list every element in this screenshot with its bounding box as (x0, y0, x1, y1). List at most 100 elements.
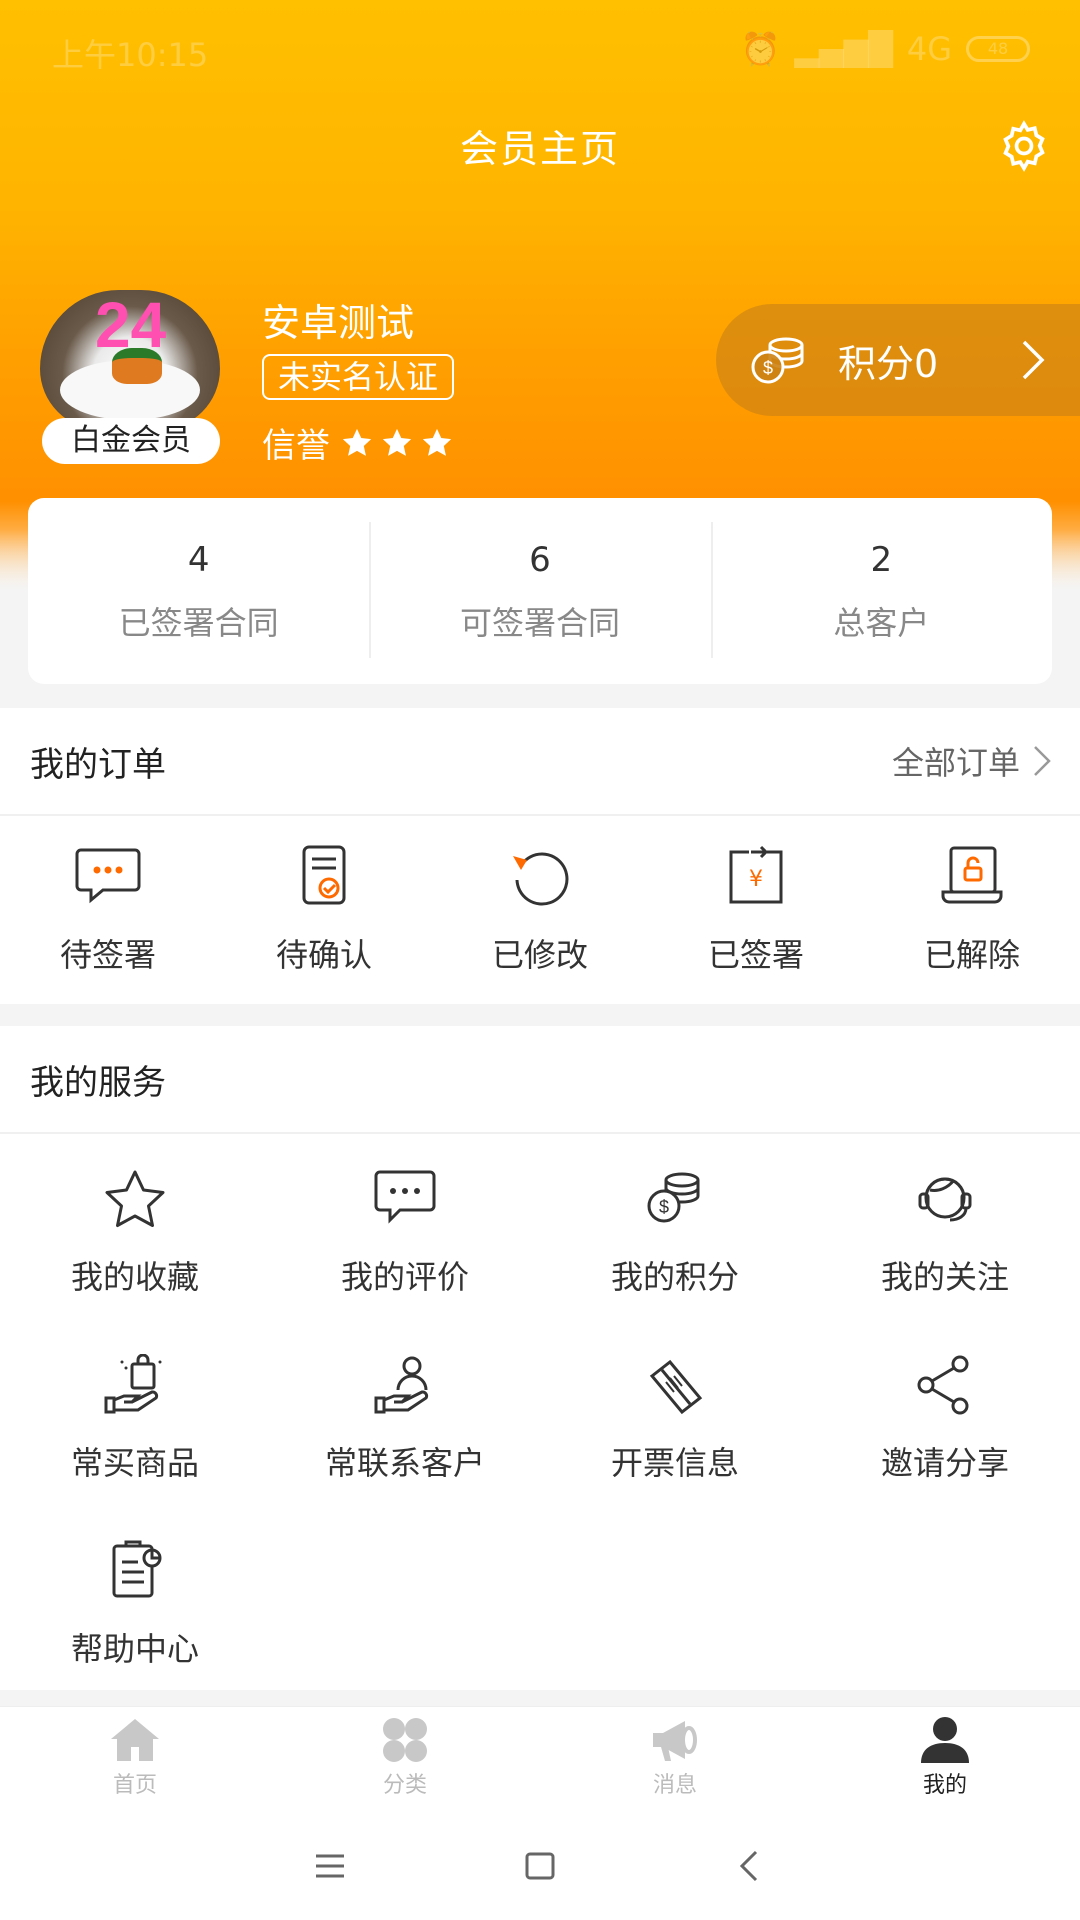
nav-label: 我的 (922, 1773, 967, 1798)
category-icon (383, 1718, 427, 1762)
service-label: 我的评价 (340, 1258, 469, 1296)
star-icon (105, 1170, 165, 1227)
services-grid: 我的收藏 我的评价 $ 我的积分 我的关注 常买商品 常联系客户 开票信息 邀请… (0, 1134, 1080, 1692)
member-level-badge: 白金会员 (42, 418, 220, 464)
credit-label: 信誉 (262, 426, 330, 466)
refresh-icon (513, 852, 569, 906)
points-label: 积分0 (838, 341, 939, 386)
services-header: 我的服务 (0, 1026, 1080, 1134)
gear-icon[interactable] (996, 118, 1052, 174)
signal-icon: ▂▄▆█ (794, 30, 893, 68)
orders-header: 我的订单 全部订单 (0, 708, 1080, 816)
stat-value: 2 (870, 540, 893, 580)
home-icon (111, 1719, 159, 1761)
order-label: 已解除 (923, 936, 1020, 974)
service-label: 帮助中心 (70, 1630, 199, 1668)
order-terminated[interactable]: 已解除 (864, 816, 1080, 1002)
services-title: 我的服务 (30, 1062, 166, 1103)
order-signed[interactable]: ¥ 已签署 (648, 816, 864, 1002)
orders-section: 我的订单 全部订单 待签署 待确认 已修改 ¥ 已签署 已解除 (0, 708, 1080, 1004)
orders-title: 我的订单 (30, 744, 166, 785)
order-label: 已修改 (491, 936, 588, 974)
headset-icon (918, 1177, 972, 1222)
username: 安卓测试 (262, 301, 415, 345)
stat-label: 总客户 (833, 604, 930, 642)
service-label: 我的积分 (610, 1258, 739, 1296)
status-bar: 上午10:15 ⏰ ▂▄▆█ 4G 48 (0, 0, 1080, 100)
stats-card: 4 已签署合同 6 可签署合同 2 总客户 (28, 498, 1052, 684)
service-frequent-contacts[interactable]: 常联系客户 (270, 1320, 540, 1506)
nav-label: 消息 (652, 1773, 697, 1798)
service-points[interactable]: $ 我的积分 (540, 1134, 810, 1320)
back-icon[interactable] (730, 1846, 770, 1886)
service-invoice-info[interactable]: 开票信息 (540, 1320, 810, 1506)
avatar-candle-number: 24 (95, 290, 167, 361)
stat-value: 4 (187, 540, 210, 580)
share-icon (917, 1355, 969, 1415)
megaphone-icon (653, 1721, 697, 1761)
svg-text:$: $ (659, 1197, 669, 1217)
comment-icon (374, 1170, 436, 1224)
stat-label: 已签署合同 (118, 604, 279, 642)
nav-label: 分类 (382, 1773, 427, 1798)
service-label: 我的收藏 (70, 1258, 199, 1296)
service-reviews[interactable]: 我的评价 (270, 1134, 540, 1320)
menu-icon[interactable] (310, 1846, 350, 1886)
credit-stars (340, 426, 454, 460)
service-label: 常联系客户 (324, 1444, 485, 1482)
service-label: 我的关注 (880, 1258, 1009, 1296)
status-icons: ⏰ ▂▄▆█ 4G 48 (741, 30, 1030, 68)
nav-mine[interactable]: 我的 (810, 1707, 1080, 1812)
stat-total-customers[interactable]: 2 总客户 (710, 498, 1052, 684)
coins-icon: $ (751, 337, 804, 384)
service-invite-share[interactable]: 邀请分享 (810, 1320, 1080, 1506)
star-icon (382, 428, 412, 456)
bottom-nav: 首页 分类 消息 我的 (0, 1706, 1080, 1812)
order-status-grid: 待签署 待确认 已修改 ¥ 已签署 已解除 (0, 816, 1080, 1002)
network-type: 4G (906, 30, 952, 68)
order-label: 待签署 (59, 936, 156, 974)
service-help-center[interactable]: 帮助中心 (0, 1506, 270, 1692)
order-label: 待确认 (275, 936, 372, 974)
nav-label: 首页 (112, 1773, 157, 1798)
stat-signable-contracts[interactable]: 6 可签署合同 (369, 498, 710, 684)
user-icon (921, 1717, 969, 1763)
status-time: 上午10:15 (52, 36, 209, 74)
stat-signed-contracts[interactable]: 4 已签署合同 (28, 498, 369, 684)
order-pending-confirm[interactable]: 待确认 (216, 816, 432, 1002)
nav-category[interactable]: 分类 (270, 1707, 540, 1812)
avatar[interactable]: 24 (40, 290, 220, 430)
nav-messages[interactable]: 消息 (540, 1707, 810, 1812)
order-modified[interactable]: 已修改 (432, 816, 648, 1002)
alarm-icon: ⏰ (740, 30, 781, 68)
home-square-icon[interactable] (520, 1846, 560, 1886)
chevron-right-icon (1034, 746, 1051, 776)
all-orders-link[interactable]: 全部订单 (892, 738, 1052, 784)
points-button[interactable]: $ 积分0 (716, 304, 1080, 416)
order-pending-sign[interactable]: 待签署 (0, 816, 216, 1002)
svg-text:¥: ¥ (749, 867, 763, 892)
service-following[interactable]: 我的关注 (810, 1134, 1080, 1320)
checklist-icon (302, 845, 346, 905)
ticket-icon (649, 1359, 703, 1415)
verify-status-badge[interactable]: 未实名认证 (262, 354, 455, 400)
system-nav-bar (0, 1812, 1080, 1920)
svg-text:$: $ (763, 358, 773, 378)
service-label: 常买商品 (70, 1444, 199, 1482)
shopping-bag-hand-icon (104, 1354, 162, 1414)
credit-rating: 信誉 (262, 418, 454, 467)
unlock-laptop-icon (941, 846, 1003, 904)
service-favorites[interactable]: 我的收藏 (0, 1134, 270, 1320)
customer-hand-icon (374, 1356, 429, 1414)
all-orders-label: 全部订单 (891, 744, 1020, 782)
yen-document-icon: ¥ (729, 845, 783, 904)
nav-home[interactable]: 首页 (0, 1707, 270, 1812)
order-label: 已签署 (707, 936, 804, 974)
service-frequent-products[interactable]: 常买商品 (0, 1320, 270, 1506)
service-label: 邀请分享 (880, 1444, 1009, 1482)
services-section: 我的服务 我的收藏 我的评价 $ 我的积分 我的关注 常买商品 常联系客户 开票… (0, 1026, 1080, 1690)
coins-icon: $ (647, 1172, 700, 1223)
service-label: 开票信息 (610, 1444, 739, 1482)
star-icon (342, 428, 372, 456)
chevron-right-icon (1022, 340, 1045, 380)
